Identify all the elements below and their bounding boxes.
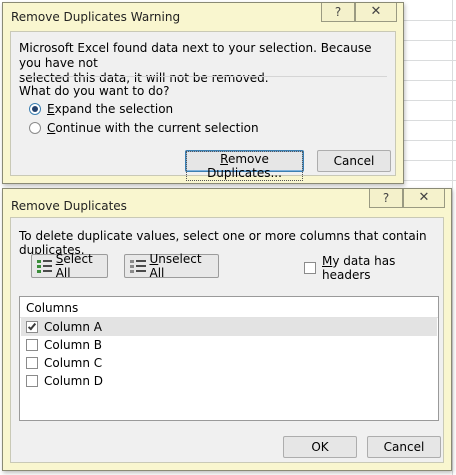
my-data-has-headers-checkbox[interactable]: My data has headers bbox=[304, 254, 443, 282]
remove-duplicates-warning-dialog: Remove Duplicates Warning ? ✕ Microsoft … bbox=[2, 2, 404, 184]
dialog-title: Remove Duplicates bbox=[11, 199, 127, 213]
radio-label: Continue with the current selection bbox=[47, 121, 259, 135]
grid-line bbox=[400, 80, 456, 81]
close-button[interactable]: ✕ bbox=[403, 189, 445, 208]
grid-line bbox=[452, 0, 453, 475]
help-button[interactable]: ? bbox=[321, 3, 355, 22]
unselect-all-icon bbox=[130, 259, 146, 273]
dialog-content: Microsoft Excel found data next to your … bbox=[10, 31, 396, 181]
column-item-b[interactable]: Column B bbox=[21, 336, 437, 354]
dialog-content: To delete duplicate values, select one o… bbox=[10, 217, 444, 463]
close-x-icon: ✕ bbox=[370, 4, 382, 19]
unselect-all-button[interactable]: Unselect All bbox=[124, 252, 219, 280]
grid-line bbox=[400, 60, 456, 61]
column-item-a[interactable]: Column A bbox=[21, 318, 437, 336]
question-label: What do you want to do? bbox=[19, 84, 170, 98]
grid-line bbox=[400, 100, 456, 101]
column-label: Column D bbox=[44, 374, 104, 388]
help-button[interactable]: ? bbox=[369, 189, 403, 208]
select-all-icon bbox=[37, 259, 52, 273]
button-label: Cancel bbox=[383, 440, 425, 454]
checkbox-checked[interactable] bbox=[26, 321, 38, 333]
cancel-button[interactable]: Cancel bbox=[367, 436, 441, 458]
grid-line bbox=[400, 140, 456, 141]
grid-line bbox=[400, 180, 456, 181]
column-label: Column C bbox=[44, 356, 103, 370]
column-item-c[interactable]: Column C bbox=[21, 354, 437, 372]
dialog-title: Remove Duplicates Warning bbox=[11, 10, 181, 24]
button-label: Select All bbox=[55, 252, 93, 280]
question-mark-icon: ? bbox=[382, 191, 390, 205]
grid-line bbox=[400, 160, 456, 161]
close-x-icon: ✕ bbox=[418, 190, 430, 205]
message-line: Microsoft Excel found data next to your … bbox=[19, 41, 372, 70]
close-button[interactable]: ✕ bbox=[355, 3, 397, 22]
checkbox-box[interactable] bbox=[304, 262, 316, 274]
expand-selection-radio[interactable]: Expand the selection bbox=[29, 102, 173, 116]
columns-listbox[interactable]: Columns Column A Column B Column C Colum… bbox=[19, 296, 439, 421]
select-all-button[interactable]: Select All bbox=[31, 252, 108, 280]
button-label: Cancel bbox=[333, 154, 375, 168]
cancel-button[interactable]: Cancel bbox=[317, 150, 391, 172]
column-label: Column A bbox=[44, 320, 102, 334]
button-label: Unselect All bbox=[149, 252, 202, 280]
checkbox-label: My data has headers bbox=[322, 254, 396, 282]
button-label: Remove Duplicates... bbox=[186, 151, 303, 181]
ok-button[interactable]: OK bbox=[283, 436, 357, 458]
checkbox-box[interactable] bbox=[26, 357, 38, 369]
radio-label: Expand the selection bbox=[47, 102, 174, 116]
columns-header: Columns bbox=[26, 301, 79, 315]
warning-message: Microsoft Excel found data next to your … bbox=[19, 41, 391, 86]
remove-duplicates-button[interactable]: Remove Duplicates... bbox=[185, 150, 304, 181]
divider bbox=[19, 76, 387, 77]
remove-duplicates-dialog: Remove Duplicates ? ✕ To delete duplicat… bbox=[2, 188, 452, 471]
radio-circle[interactable] bbox=[29, 122, 41, 134]
radio-circle-selected[interactable] bbox=[29, 103, 41, 115]
continue-current-selection-radio[interactable]: Continue with the current selection bbox=[29, 121, 259, 135]
grid-line bbox=[400, 20, 456, 21]
button-label: OK bbox=[311, 440, 329, 454]
title-bar[interactable]: Remove Duplicates ? ✕ bbox=[3, 189, 451, 217]
checkbox-box[interactable] bbox=[26, 375, 38, 387]
title-bar[interactable]: Remove Duplicates Warning ? ✕ bbox=[3, 3, 403, 31]
column-label: Column B bbox=[44, 338, 103, 352]
question-mark-icon: ? bbox=[334, 5, 342, 19]
grid-line bbox=[400, 120, 456, 121]
checkbox-box[interactable] bbox=[26, 339, 38, 351]
column-item-d[interactable]: Column D bbox=[21, 372, 437, 390]
checkmark-icon bbox=[27, 321, 37, 331]
grid-line bbox=[400, 40, 456, 41]
